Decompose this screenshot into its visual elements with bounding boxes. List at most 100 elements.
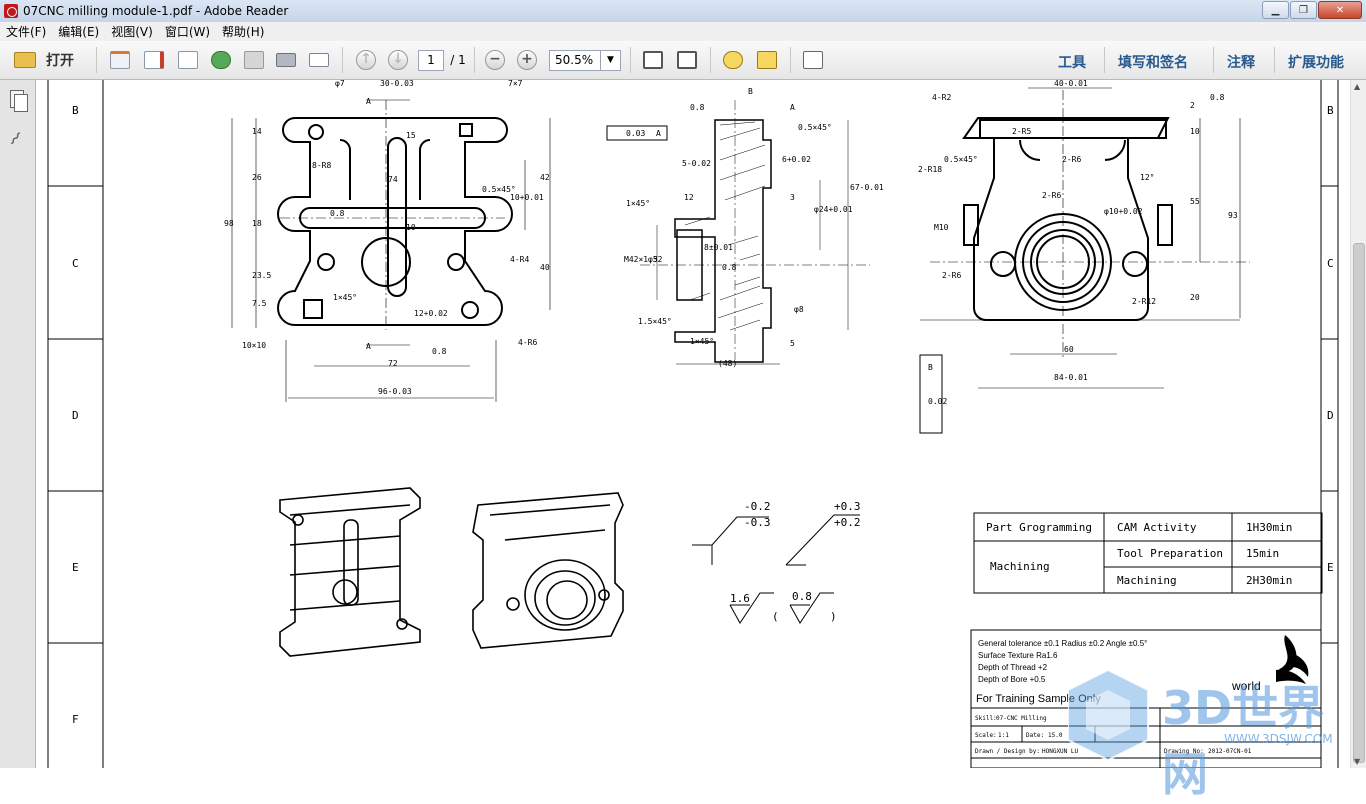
tools-link[interactable]: 工具: [1058, 52, 1086, 72]
menu-window[interactable]: 窗口(W): [159, 23, 216, 40]
dim-text: 7.5: [252, 299, 267, 308]
dim-text: 10: [1190, 127, 1200, 136]
title-bar: 07CNC milling module-1.pdf - Adobe Reade…: [0, 0, 1366, 22]
combine-button[interactable]: [142, 49, 166, 71]
dim-text: 40: [540, 263, 550, 272]
dim-text: 1×45°: [626, 199, 650, 208]
dim-text: 12: [684, 193, 694, 202]
close-button[interactable]: ✕: [1318, 1, 1362, 19]
dim-text: 0.8: [722, 263, 737, 272]
dim-text: 1×45°: [690, 337, 714, 346]
dim-text: 0.03: [626, 129, 645, 138]
dim-text: 84-0.01: [1054, 373, 1088, 382]
dim-text: 4-R2: [932, 93, 951, 102]
cloud-upload-icon: [211, 51, 231, 69]
scrollbar-thumb[interactable]: [1353, 243, 1365, 763]
dim-text: 72: [388, 359, 398, 368]
dim-text: 30-0.03: [380, 80, 414, 88]
row-letter-d-right: D: [1327, 409, 1334, 422]
dim-text: 2-R5: [1012, 127, 1031, 136]
comment-button[interactable]: [720, 49, 746, 71]
dim-text: 23.5: [252, 271, 271, 280]
tolerance-text: +0.3: [834, 500, 861, 513]
dim-text: 4-R4: [510, 255, 529, 264]
upload-button[interactable]: [208, 49, 234, 71]
dim-text: 5-0.02: [682, 159, 711, 168]
table-cell: 1H30min: [1246, 521, 1292, 534]
page-total: / 1: [450, 53, 466, 67]
dim-text: φ32: [648, 255, 663, 264]
dim-text: 14: [252, 127, 262, 136]
table-cell: Machining: [990, 560, 1050, 573]
watermark-subtext: WWW.3DSJW.COM: [1224, 732, 1333, 746]
print-button[interactable]: [274, 49, 298, 71]
edit-button[interactable]: [176, 49, 200, 71]
fullscreen-button[interactable]: [800, 49, 826, 71]
dim-text: 1.5×45°: [638, 317, 672, 326]
minimize-button[interactable]: ▁: [1262, 1, 1289, 19]
dim-text: 60: [1064, 345, 1074, 354]
fit-width-button[interactable]: [674, 49, 700, 71]
dim-text: 96-0.03: [378, 387, 412, 396]
expand-icon: [803, 51, 823, 69]
page-thumbnails-icon[interactable]: [8, 90, 28, 114]
dim-text: 67-0.01: [850, 183, 884, 192]
dim-text: 4-R6: [518, 338, 537, 347]
save-icon: [244, 51, 264, 69]
next-page-button[interactable]: ↓: [386, 49, 410, 71]
dim-text: B: [748, 87, 753, 96]
fill-sign-link[interactable]: 填写和签名: [1118, 52, 1188, 72]
extend-link[interactable]: 扩展功能: [1288, 52, 1344, 72]
dim-text: φ10+0.02: [1104, 207, 1143, 216]
dim-text: 0.5×45°: [944, 155, 978, 164]
comment-link[interactable]: 注释: [1227, 52, 1255, 72]
create-pdf-icon: [110, 51, 130, 69]
menu-file[interactable]: 文件(F): [0, 23, 52, 40]
envelope-icon: [309, 53, 329, 67]
roughness-text: 0.8: [792, 590, 812, 603]
attachment-icon[interactable]: ⌇: [3, 128, 34, 159]
navigation-panel: ⌇: [0, 80, 36, 768]
scroll-down-icon[interactable]: ▼: [1354, 757, 1360, 766]
menu-help[interactable]: 帮助(H): [216, 23, 270, 40]
paren-text: (: [772, 610, 779, 623]
menu-view[interactable]: 视图(V): [105, 23, 159, 40]
open-button[interactable]: 打开: [8, 49, 80, 71]
dim-text: φ8: [794, 305, 804, 314]
dim-text: 12+0.02: [414, 309, 448, 318]
table-cell: 15min: [1246, 547, 1279, 560]
zoom-out-button[interactable]: −: [484, 49, 506, 71]
zoom-select[interactable]: 50.5% ▼: [549, 49, 621, 71]
prev-page-button[interactable]: ↑: [354, 49, 378, 71]
save-button[interactable]: [242, 49, 266, 71]
maximize-button[interactable]: ❐: [1290, 1, 1317, 19]
page-number-input[interactable]: 1: [418, 49, 444, 71]
plus-icon: +: [517, 50, 537, 70]
highlight-button[interactable]: [754, 49, 780, 71]
table-cell: CAM Activity: [1117, 521, 1197, 534]
table-cell: 2H30min: [1246, 574, 1292, 587]
fit-page-button[interactable]: [640, 49, 666, 71]
open-label: 打开: [46, 53, 74, 69]
scroll-up-icon[interactable]: ▲: [1354, 82, 1360, 91]
dim-text: 2-R12: [1132, 297, 1156, 306]
menu-edit[interactable]: 编辑(E): [52, 23, 105, 40]
menu-bar: 文件(F) 编辑(E) 视图(V) 窗口(W) 帮助(H): [0, 22, 1366, 41]
dim-text: 1×45°: [333, 293, 357, 302]
zoom-value: 50.5%: [549, 49, 601, 71]
vertical-scrollbar[interactable]: ▲ ▼: [1350, 80, 1366, 768]
dim-text: 2-R6: [1062, 155, 1081, 164]
dim-text: 93: [1228, 211, 1238, 220]
edit-icon: [178, 51, 198, 69]
dim-text: φ7: [335, 80, 345, 88]
minus-icon: −: [485, 50, 505, 70]
roughness-text: 1.6: [730, 592, 750, 605]
highlight-pen-icon: [757, 51, 777, 69]
adobe-reader-icon: [4, 4, 18, 18]
email-button[interactable]: [306, 49, 332, 71]
create-pdf-button[interactable]: [108, 49, 132, 71]
dim-text: 8±0.01: [704, 243, 733, 252]
zoom-in-button[interactable]: +: [516, 49, 538, 71]
combine-icon: [144, 51, 164, 69]
dim-text: 10×10: [242, 341, 266, 350]
